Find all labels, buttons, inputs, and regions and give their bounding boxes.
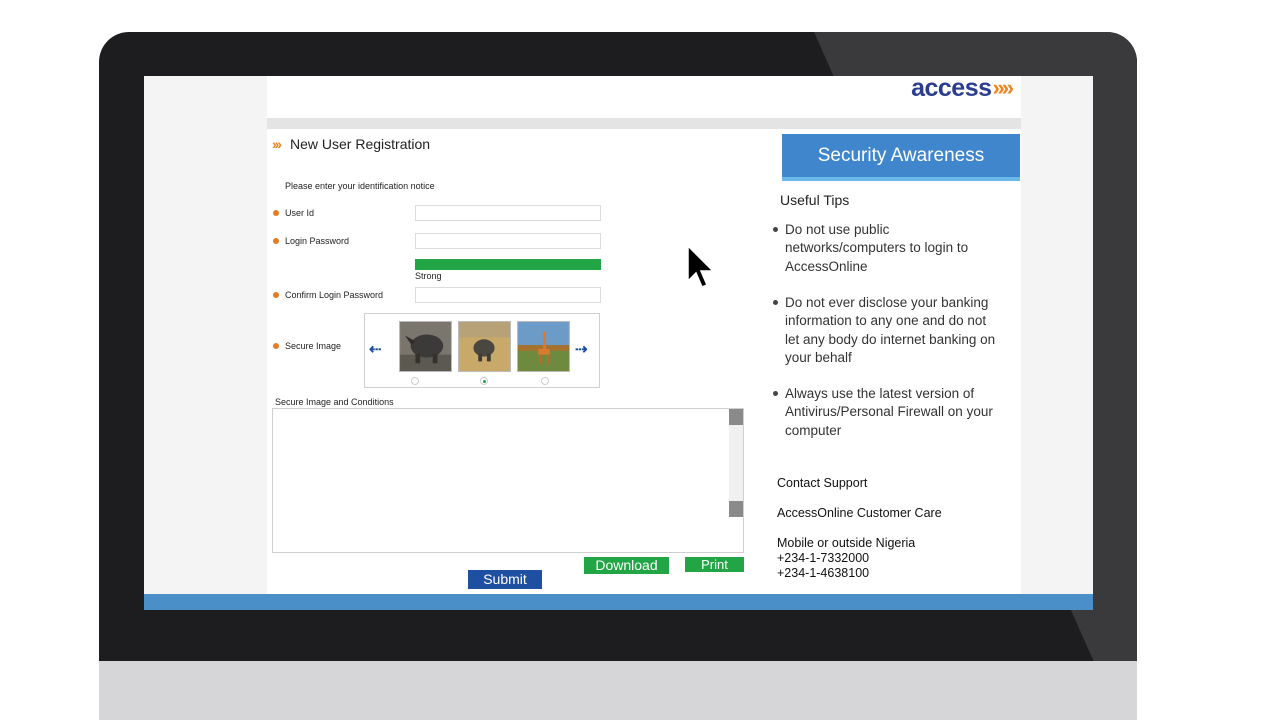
secure-image-radio-1[interactable] (411, 377, 419, 385)
required-bullet-icon (273, 343, 279, 349)
title-chevron-icon: ››› (272, 136, 282, 152)
rhino-image[interactable] (399, 321, 452, 372)
rhino-grassland-image[interactable] (458, 321, 511, 372)
logo-chevron-icon: »» (992, 76, 1015, 100)
secure-image-picker: ⇠ ⇢ (364, 313, 600, 388)
arrow-left-icon[interactable]: ⇠ (369, 340, 382, 358)
giraffe-image[interactable] (517, 321, 570, 372)
scroll-down-button[interactable] (729, 501, 743, 517)
confirm-password-label: Confirm Login Password (285, 290, 384, 300)
phone-number: +234-1-7332000 (777, 551, 870, 565)
confirm-password-input[interactable] (415, 287, 601, 303)
contact-support-title: Contact Support (777, 476, 868, 490)
submit-button[interactable]: Submit (468, 570, 542, 589)
password-strength-bar (415, 259, 601, 270)
required-bullet-icon (273, 238, 279, 244)
tip-item: Always use the latest version of Antivir… (770, 385, 1000, 440)
mouse-pointer-icon (687, 245, 715, 288)
tip-item: Do not use public networks/computers to … (770, 221, 1000, 276)
user-id-input[interactable] (415, 205, 601, 221)
bullet-icon (773, 300, 778, 305)
confirm-password-row: Confirm Login Password (273, 290, 383, 300)
laptop-screen: access »» ››› New User Registration Plea… (144, 76, 1093, 610)
bullet-icon (773, 391, 778, 396)
arrow-right-icon[interactable]: ⇢ (575, 340, 588, 358)
screen-bottom-bar (144, 594, 1093, 610)
required-bullet-icon (273, 292, 279, 298)
user-id-label: User Id (285, 208, 315, 218)
access-logo: access »» (911, 76, 1015, 102)
secure-image-row: Secure Image (273, 341, 341, 351)
required-bullet-icon (273, 210, 279, 216)
password-strength-label: Strong (415, 271, 442, 281)
conditions-textarea[interactable] (272, 408, 744, 553)
registration-page: access »» ››› New User Registration Plea… (267, 76, 1021, 594)
laptop-base (99, 661, 1137, 720)
secure-image-radio-2[interactable] (480, 377, 488, 385)
bullet-icon (773, 227, 778, 232)
conditions-label: Secure Image and Conditions (275, 397, 394, 407)
tip-text: Do not ever disclose your banking inform… (785, 295, 996, 365)
customer-care-title: AccessOnline Customer Care (777, 506, 942, 520)
tip-item: Do not ever disclose your banking inform… (770, 294, 1000, 367)
security-awareness-header: Security Awareness (782, 134, 1020, 181)
download-button[interactable]: Download (584, 557, 669, 574)
identification-notice: Please enter your identification notice (285, 181, 435, 191)
useful-tips-title: Useful Tips (780, 192, 850, 208)
secure-image-radio-3[interactable] (541, 377, 549, 385)
login-password-label: Login Password (285, 236, 350, 246)
secure-image-label: Secure Image (285, 341, 342, 351)
user-id-row: User Id (273, 208, 314, 218)
header-divider (267, 118, 1021, 129)
conditions-scrollbar[interactable] (729, 409, 743, 517)
page-title-text: New User Registration (290, 136, 431, 152)
scroll-up-button[interactable] (729, 409, 743, 425)
tip-text: Always use the latest version of Antivir… (785, 386, 993, 438)
page-title: ››› New User Registration (272, 136, 430, 152)
print-button[interactable]: Print (685, 557, 744, 572)
login-password-input[interactable] (415, 233, 601, 249)
mobile-label: Mobile or outside Nigeria (777, 536, 916, 550)
login-password-row: Login Password (273, 236, 349, 246)
phone-number: +234-1-4638100 (777, 566, 870, 580)
logo-text: access (911, 76, 992, 102)
tip-text: Do not use public networks/computers to … (785, 222, 969, 274)
